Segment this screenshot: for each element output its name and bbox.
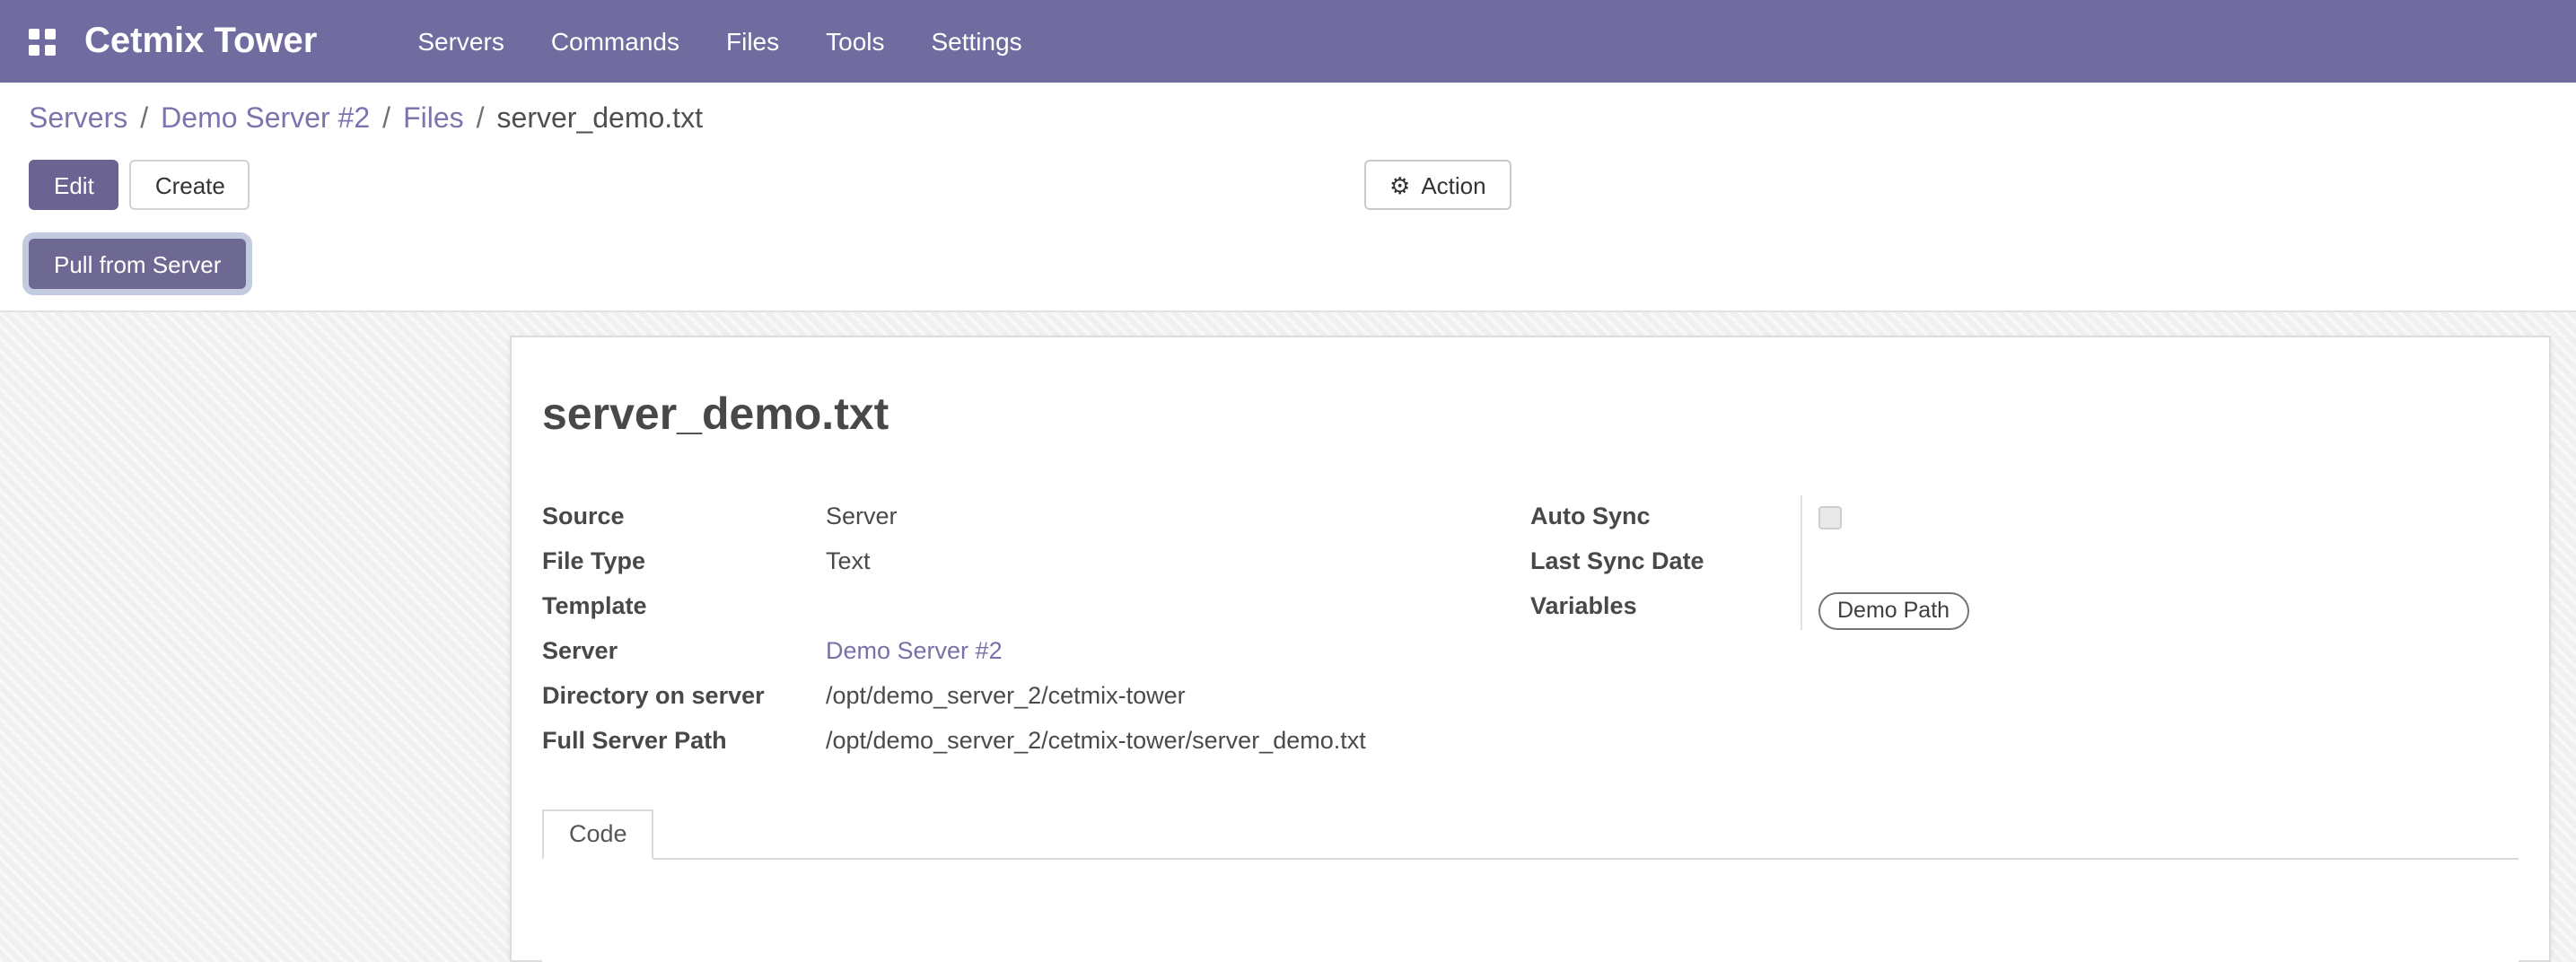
variable-tag: Demo Path (1818, 592, 1969, 630)
field-row-server: Server Demo Server #2 (542, 630, 1530, 675)
breadcrumb: Servers / Demo Server #2 / Files / server_demo… (29, 104, 2547, 136)
field-value-auto-sync (1800, 495, 2519, 540)
field-value-template (826, 585, 1530, 590)
field-groups: Source Server File Type Text Template Se… (542, 495, 2519, 765)
field-row-directory: Directory on server /opt/demo_server_2/c… (542, 675, 1530, 720)
field-row-template: Template (542, 585, 1530, 630)
field-label-server: Server (542, 630, 826, 666)
field-label-full-path: Full Server Path (542, 720, 826, 756)
action-button-label: Action (1421, 171, 1485, 198)
menu-item-tools[interactable]: Tools (826, 27, 884, 56)
top-navbar: Cetmix Tower Servers Commands Files Tool… (0, 0, 2576, 83)
create-button[interactable]: Create (130, 160, 250, 210)
field-label-directory: Directory on server (542, 675, 826, 711)
breadcrumb-files[interactable]: Files (403, 104, 464, 135)
apps-grid-square (45, 44, 56, 55)
field-row-full-path: Full Server Path /opt/demo_server_2/cetm… (542, 720, 1530, 765)
field-label-source: Source (542, 495, 826, 531)
server-record-link[interactable]: Demo Server #2 (826, 637, 1003, 664)
breadcrumb-separator: / (382, 104, 390, 135)
field-group-right: Auto Sync Last Sync Date Variables Demo … (1530, 495, 2519, 765)
menu-item-servers[interactable]: Servers (417, 27, 504, 56)
pull-from-server-button[interactable]: Pull from Server (29, 239, 246, 289)
apps-grid-square (29, 44, 39, 55)
field-value-full-path: /opt/demo_server_2/cetmix-tower/server_d… (826, 720, 1530, 756)
notebook-tabs: Code (542, 809, 2519, 860)
field-value-variables: Demo Path (1800, 585, 2519, 630)
edit-button[interactable]: Edit (29, 160, 119, 210)
form-view-background: server_demo.txt Source Server File Type … (0, 312, 2576, 962)
secondary-button-row: Pull from Server (29, 239, 2547, 289)
breadcrumb-separator: / (140, 104, 148, 135)
menu-item-commands[interactable]: Commands (551, 27, 679, 56)
field-row-variables: Variables Demo Path (1530, 585, 2519, 630)
primary-button-row: Edit Create ⚙ Action (29, 160, 2547, 210)
record-title: server_demo.txt (542, 388, 2519, 442)
menu-item-settings[interactable]: Settings (932, 27, 1022, 56)
apps-grid-square (29, 28, 39, 39)
code-tab-content (542, 860, 2519, 962)
breadcrumb-servers[interactable]: Servers (29, 104, 127, 135)
app-brand[interactable]: Cetmix Tower (84, 21, 317, 62)
field-row-last-sync-date: Last Sync Date (1530, 540, 2519, 585)
main-menu: Servers Commands Files Tools Settings (417, 27, 1021, 56)
field-label-file-type: File Type (542, 540, 826, 576)
gear-icon: ⚙ (1389, 173, 1410, 197)
field-label-template: Template (542, 585, 826, 621)
apps-grid-square (45, 28, 56, 39)
field-value-server: Demo Server #2 (826, 630, 1530, 666)
field-label-auto-sync: Auto Sync (1530, 495, 1800, 531)
field-value-source: Server (826, 495, 1530, 531)
field-value-last-sync-date (1800, 540, 2519, 585)
form-sheet: server_demo.txt Source Server File Type … (510, 336, 2551, 962)
field-row-auto-sync: Auto Sync (1530, 495, 2519, 540)
field-value-file-type: Text (826, 540, 1530, 576)
field-group-left: Source Server File Type Text Template Se… (542, 495, 1530, 765)
field-row-source: Source Server (542, 495, 1530, 540)
breadcrumb-separator: / (477, 104, 485, 135)
apps-grid-icon[interactable] (29, 28, 56, 55)
app-window: Cetmix Tower Servers Commands Files Tool… (0, 0, 2576, 962)
action-button[interactable]: ⚙ Action (1364, 160, 1511, 210)
auto-sync-checkbox[interactable] (1818, 506, 1841, 529)
tab-code[interactable]: Code (542, 809, 654, 860)
control-panel: Servers / Demo Server #2 / Files / server_demo… (0, 83, 2576, 312)
field-row-file-type: File Type Text (542, 540, 1530, 585)
breadcrumb-demo-server[interactable]: Demo Server #2 (161, 104, 370, 135)
field-value-directory: /opt/demo_server_2/cetmix-tower (826, 675, 1530, 711)
field-label-last-sync-date: Last Sync Date (1530, 540, 1800, 576)
menu-item-files[interactable]: Files (726, 27, 779, 56)
field-label-variables: Variables (1530, 585, 1800, 621)
breadcrumb-current: server_demo.txt (497, 104, 703, 135)
